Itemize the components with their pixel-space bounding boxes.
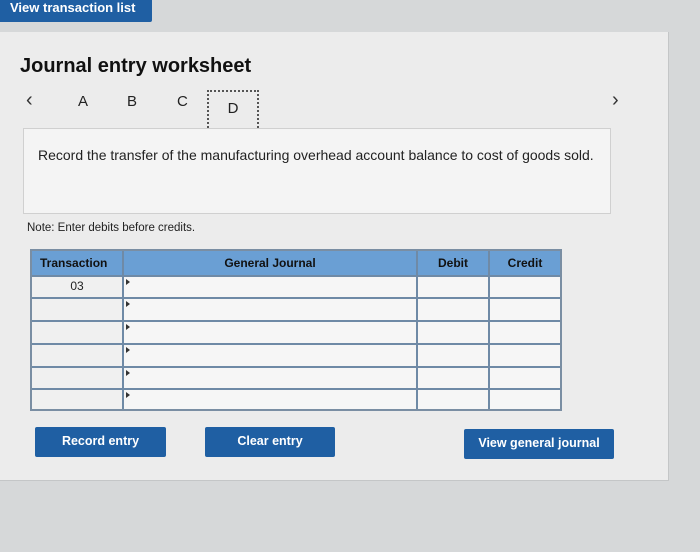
credit-input[interactable] [490,390,560,409]
record-entry-button[interactable]: Record entry [35,427,166,457]
header-debit: Debit [418,251,488,275]
header-credit: Credit [490,251,560,275]
account-select[interactable] [124,277,416,297]
credit-input[interactable] [490,368,560,388]
instruction-box: Record the transfer of the manufacturing… [23,128,611,214]
tab-a[interactable]: A [78,93,88,110]
tab-b[interactable]: B [127,93,137,110]
note-text: Note: Enter debits before credits. [27,222,196,234]
triangle-marker-icon [126,370,130,376]
debit-input[interactable] [418,322,488,343]
tab-d-active[interactable]: D [207,90,259,132]
account-select[interactable] [124,322,416,343]
triangle-marker-icon [126,392,130,398]
clear-entry-button[interactable]: Clear entry [205,427,335,457]
header-transaction: Transaction [32,251,122,275]
view-general-journal-button[interactable]: View general journal [464,429,614,459]
debit-input[interactable] [418,299,488,320]
journal-table: Transaction General Journal Debit Credit… [30,249,562,411]
debit-input[interactable] [418,390,488,409]
header-general-journal: General Journal [124,251,416,275]
triangle-marker-icon [126,347,130,353]
tab-c[interactable]: C [177,93,188,110]
triangle-marker-icon [126,324,130,330]
account-select[interactable] [124,299,416,320]
view-transaction-list-button[interactable]: View transaction list [0,0,152,22]
transaction-cell: 03 [70,279,84,293]
debit-input[interactable] [418,345,488,366]
triangle-marker-icon [126,301,130,307]
debit-input[interactable] [418,277,488,297]
triangle-marker-icon [126,279,130,285]
account-select[interactable] [124,368,416,388]
account-select[interactable] [124,390,416,409]
credit-input[interactable] [490,299,560,320]
credit-input[interactable] [490,345,560,366]
credit-input[interactable] [490,277,560,297]
credit-input[interactable] [490,322,560,343]
account-select[interactable] [124,345,416,366]
chevron-right-icon[interactable]: › [612,89,619,112]
page-title: Journal entry worksheet [20,55,252,77]
chevron-left-icon[interactable]: ‹ [26,89,33,112]
debit-input[interactable] [418,368,488,388]
